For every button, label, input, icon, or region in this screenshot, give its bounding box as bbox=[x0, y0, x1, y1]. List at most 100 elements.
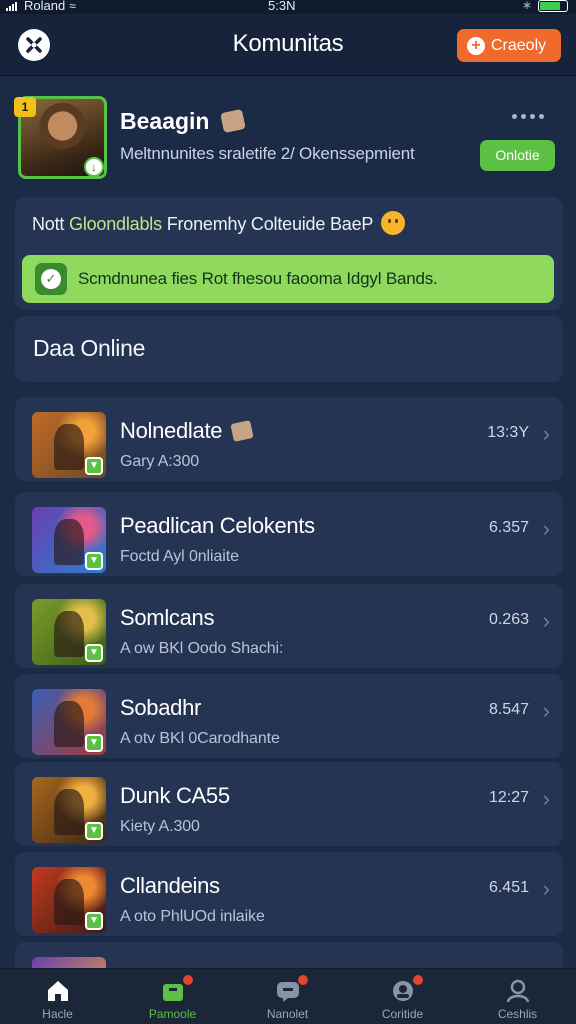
rank-badge-icon bbox=[220, 108, 246, 134]
check-icon: ✓ bbox=[35, 263, 67, 295]
list-item[interactable]: ▼ Sobadhr A otv BKl 0Carodhante 8.547 › bbox=[15, 674, 563, 758]
nav-label: Pamoole bbox=[148, 1007, 197, 1021]
item-subtitle: Kiety A.300 bbox=[120, 818, 200, 835]
level-badge: 1 bbox=[14, 97, 36, 117]
notice-text: Nott Gloondlabls Fronemhy Colteuide BaeP bbox=[32, 211, 406, 235]
plus-icon: + bbox=[467, 36, 485, 55]
community-thumbnail: ▼ bbox=[32, 867, 106, 933]
chevron-right-icon: › bbox=[542, 421, 550, 446]
item-count: 0.263 bbox=[488, 611, 529, 628]
chevron-right-icon: › bbox=[542, 876, 550, 901]
character-figure bbox=[54, 424, 84, 470]
item-title: Nolnedlate bbox=[120, 418, 254, 444]
character-figure bbox=[54, 879, 84, 925]
game-tag-icon: ▼ bbox=[85, 457, 103, 475]
smile-emoji-icon bbox=[381, 211, 406, 235]
rank-badge-icon bbox=[230, 420, 254, 442]
create-button-label: Craeoly bbox=[491, 36, 547, 54]
bottom-navigation: Hacle Pamoole Nanolet Coritide Ceshlis bbox=[0, 968, 576, 1024]
notice-prefix: Nott bbox=[32, 214, 70, 234]
notice-card: Nott Gloondlabls Fronemhy Colteuide BaeP… bbox=[15, 197, 563, 310]
item-subtitle: Foctd Ayl 0nliaite bbox=[120, 548, 239, 565]
online-status-badge[interactable]: Onlotie bbox=[480, 140, 555, 171]
carrier-label: Roland bbox=[24, 0, 66, 13]
list-item[interactable]: ▼ Nolnedlate Gary A:300 13:3Y › bbox=[15, 397, 563, 481]
item-count: 13:3Y bbox=[487, 424, 529, 441]
profile-name[interactable]: Beaagin bbox=[120, 108, 209, 135]
community-thumbnail bbox=[32, 957, 106, 968]
notification-dot bbox=[298, 975, 308, 985]
chat-icon bbox=[275, 979, 301, 1003]
more-options-icon[interactable] bbox=[512, 114, 544, 119]
create-button[interactable]: + Craeoly bbox=[457, 29, 561, 62]
chevron-right-icon: › bbox=[542, 786, 550, 811]
item-count: 8.547 bbox=[488, 701, 529, 718]
nav-label: Coritide bbox=[381, 1007, 424, 1021]
battery-fill bbox=[540, 2, 560, 10]
signal-icon bbox=[6, 1, 20, 11]
section-header: Daa Online bbox=[15, 316, 563, 382]
character-figure bbox=[54, 789, 84, 835]
list-item[interactable]: ▼ Peadlican Celokents Foctd Ayl 0nliaite 6.… bbox=[15, 492, 563, 576]
top-header: Komunitas + Craeoly bbox=[0, 14, 576, 76]
item-title: Peadlican Celokents bbox=[120, 513, 315, 538]
status-bar: Roland ≈ 5:3N ∗ bbox=[0, 0, 576, 14]
community-thumbnail: ▼ bbox=[32, 689, 106, 755]
chevron-right-icon: › bbox=[542, 516, 550, 541]
nav-label: Ceshlis bbox=[497, 1007, 538, 1021]
list-item[interactable]: ▼ Dunk CA55 Kiety A.300 12:27 › bbox=[15, 762, 563, 846]
nav-item-messages[interactable]: Coritide bbox=[345, 969, 460, 1024]
game-tag-icon: ▼ bbox=[85, 912, 103, 930]
notification-dot bbox=[413, 975, 423, 985]
battery-icon bbox=[538, 0, 568, 12]
nav-item-chat[interactable]: Nanolet bbox=[230, 969, 345, 1024]
item-title: Somlcans bbox=[120, 605, 215, 630]
item-subtitle: A ow BKl Oodo Shachi: bbox=[120, 640, 284, 657]
item-subtitle: A oto PhlUOd inlaike bbox=[120, 908, 265, 925]
character-figure bbox=[54, 519, 84, 565]
nav-label: Nanolet bbox=[266, 1007, 309, 1021]
item-subtitle: Gary A:300 bbox=[120, 453, 200, 470]
success-banner[interactable]: ✓ Scmdnunea fies Rot fhesou faooma Idgyl… bbox=[22, 255, 554, 303]
wifi-icon: ≈ bbox=[69, 0, 76, 13]
community-thumbnail: ▼ bbox=[32, 412, 106, 478]
nav-item-community[interactable]: Pamoole bbox=[115, 969, 230, 1024]
community-thumbnail: ▼ bbox=[32, 507, 106, 573]
item-count: 6.451 bbox=[488, 879, 529, 896]
character-figure bbox=[54, 701, 84, 747]
list-item[interactable] bbox=[15, 942, 563, 968]
notification-dot bbox=[183, 975, 193, 985]
notice-rest: Fronemhy Colteuide BaeP bbox=[161, 214, 374, 234]
character-figure bbox=[54, 611, 84, 657]
game-tag-icon: ▼ bbox=[85, 822, 103, 840]
item-subtitle: A otv BKl 0Carodhante bbox=[120, 730, 280, 747]
item-title: Sobadhr bbox=[120, 695, 202, 720]
list-item[interactable]: ▼ Cllandeins A oto PhlUOd inlaike 6.451 › bbox=[15, 852, 563, 936]
status-right: ∗ bbox=[522, 0, 568, 12]
nav-item-profile[interactable]: Ceshlis bbox=[460, 969, 575, 1024]
profile-subtitle: Meltnnunites sraletife 2/ Okenssepmient bbox=[120, 144, 415, 163]
bluetooth-icon: ∗ bbox=[521, 0, 532, 12]
game-tag-icon: ▼ bbox=[85, 734, 103, 752]
item-count: 6.357 bbox=[488, 519, 529, 536]
community-list[interactable]: ▼ Nolnedlate Gary A:300 13:3Y › ▼ Peadlican Ce… bbox=[15, 397, 563, 968]
status-left: Roland ≈ bbox=[6, 0, 76, 13]
download-icon: ↓ bbox=[84, 157, 104, 177]
community-icon bbox=[160, 979, 186, 1003]
chevron-right-icon: › bbox=[542, 698, 550, 723]
messages-icon bbox=[390, 979, 416, 1003]
nav-label: Hacle bbox=[42, 1007, 73, 1021]
banner-text: Scmdnunea fies Rot fhesou faooma Idgyl B… bbox=[78, 269, 438, 288]
game-tag-icon: ▼ bbox=[85, 552, 103, 570]
community-thumbnail: ▼ bbox=[32, 599, 106, 665]
community-thumbnail: ▼ bbox=[32, 777, 106, 843]
section-title: Daa Online bbox=[33, 335, 146, 361]
list-item[interactable]: ▼ Somlcans A ow BKl Oodo Shachi: 0.263 › bbox=[15, 584, 563, 668]
item-title: Cllandeins bbox=[120, 873, 220, 898]
status-time: 5:3N bbox=[268, 0, 296, 13]
game-tag-icon: ▼ bbox=[85, 644, 103, 662]
notice-highlight[interactable]: Gloondlabls bbox=[69, 214, 162, 234]
profile-icon bbox=[505, 979, 531, 1003]
nav-item-home[interactable]: Hacle bbox=[0, 969, 115, 1024]
profile-section: Beaagin Meltnnunites sraletife 2/ Okenss… bbox=[0, 84, 576, 192]
